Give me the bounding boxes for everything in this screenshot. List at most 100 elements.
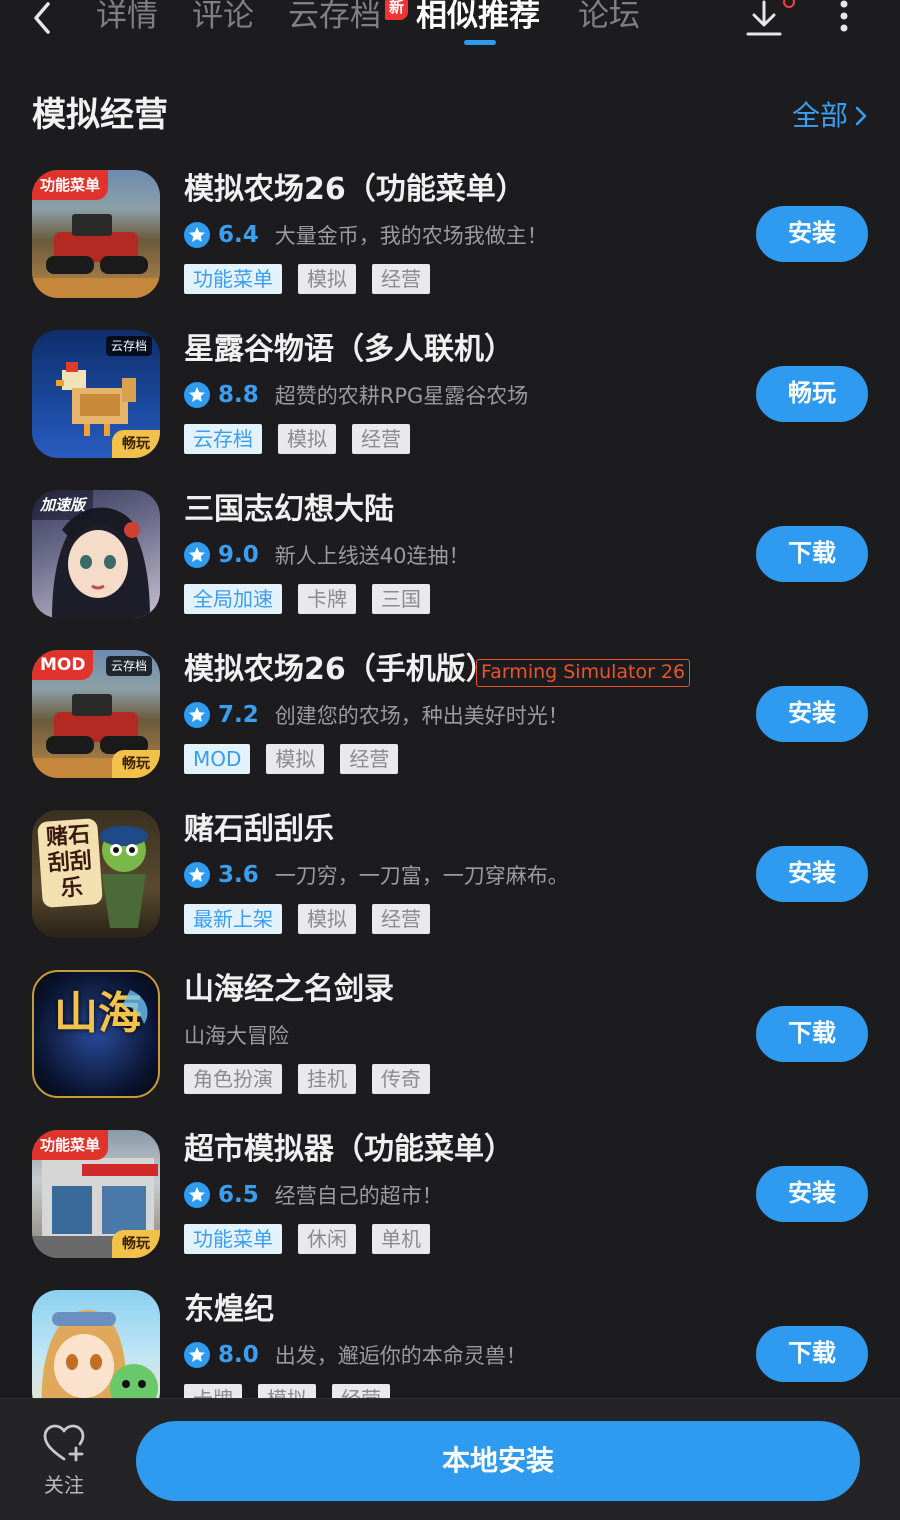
tag[interactable]: 经营 — [372, 904, 430, 934]
tag[interactable]: 云存档 — [184, 424, 262, 454]
list-item[interactable]: 山海 山海经之名剑录 山海大冒险 角色扮演 挂机 传奇 下载 — [0, 968, 900, 1128]
tag[interactable]: 最新上架 — [184, 904, 282, 934]
tag[interactable]: 卡牌 — [298, 584, 356, 614]
app-icon-shanhai-sword[interactable]: 山海 — [32, 970, 160, 1098]
tag[interactable]: 经营 — [332, 1384, 390, 1398]
list-item[interactable]: 云存档 畅玩 星露谷物语（多人联机） 8.8 超赞的农耕RPG星露谷农场 云存档… — [0, 328, 900, 488]
download-button[interactable]: 下载 — [756, 1326, 868, 1382]
app-description: 创建您的农场，种出美好时光！ — [274, 704, 569, 728]
tag-list: 最新上架 模拟 经营 — [184, 904, 430, 934]
tag[interactable]: 模拟 — [258, 1384, 316, 1398]
icon-label-cloud-save: 云存档 — [105, 336, 152, 356]
rating-row: 6.4 大量金币，我的农场我做主！ — [184, 218, 548, 252]
list-item[interactable]: 加速版 三国志幻想大陆 9.0 新人上线送40连抽！ 全局加速 卡牌 三国 下载 — [0, 488, 900, 648]
rating-row: 7.2 创建您的农场，种出美好时光！ — [184, 698, 569, 732]
app-icon-donghuang[interactable] — [32, 1290, 160, 1398]
view-all-link[interactable]: 全部 — [792, 96, 868, 136]
install-button[interactable]: 安装 — [756, 686, 868, 742]
back-arrow-icon[interactable] — [26, 0, 62, 36]
icon-label-cloud-save: 云存档 — [105, 656, 152, 676]
tag[interactable]: 经营 — [340, 744, 399, 774]
app-description: 一刀穷，一刀富，一刀穿麻布。 — [274, 864, 569, 888]
tag[interactable]: MOD — [184, 744, 251, 774]
app-score: 6.4 — [218, 222, 259, 248]
app-name[interactable]: 模拟农场26（功能菜单） — [184, 170, 526, 210]
tag[interactable]: 全局加速 — [184, 584, 282, 614]
star-badge-icon — [184, 702, 210, 728]
tag[interactable]: 传奇 — [372, 1064, 430, 1094]
tag[interactable]: 模拟 — [298, 904, 356, 934]
tag[interactable]: 模拟 — [278, 424, 336, 454]
app-description: 超赞的农耕RPG星露谷农场 — [274, 384, 529, 408]
star-badge-icon — [184, 862, 210, 888]
tag[interactable]: 经营 — [352, 424, 410, 454]
install-button[interactable]: 安装 — [756, 846, 868, 902]
app-name[interactable]: 星露谷物语（多人联机） — [184, 330, 514, 370]
download-icon[interactable] — [744, 0, 784, 40]
icon-label-accelerated: 加速版 — [32, 490, 94, 520]
app-name[interactable]: 三国志幻想大陆 — [184, 490, 394, 530]
icon-label-function-menu: 功能菜单 — [32, 1130, 109, 1160]
list-item[interactable]: 赌石刮刮乐 赌石刮刮乐 3.6 一刀穷，一刀富，一刀穿麻布。 最新上架 模拟 经… — [0, 808, 900, 968]
icon-label-play: 畅玩 — [112, 430, 160, 458]
app-icon-gem-scratch[interactable]: 赌石刮刮乐 — [32, 810, 160, 938]
tag[interactable]: 角色扮演 — [184, 1064, 282, 1094]
star-badge-icon — [184, 1342, 210, 1368]
app-name[interactable]: 东煌纪 — [184, 1290, 274, 1330]
section-title: 模拟经营 — [32, 95, 168, 135]
tab-forum[interactable]: 论坛 — [578, 0, 640, 38]
play-button[interactable]: 畅玩 — [756, 366, 868, 422]
tag[interactable]: 休闲 — [298, 1224, 356, 1254]
app-icon-three-kingdoms[interactable]: 加速版 — [32, 490, 160, 618]
tag[interactable]: 功能菜单 — [184, 264, 282, 294]
list-item[interactable]: 东煌纪 8.0 出发，邂逅你的本命灵兽！ 卡牌 模拟 经营 下载 — [0, 1288, 900, 1398]
english-title-tag: Farming Simulator 26 — [476, 659, 691, 687]
app-icon-supermarket-sim[interactable]: 功能菜单 畅玩 — [32, 1130, 160, 1258]
more-options-icon[interactable] — [834, 0, 854, 36]
tag[interactable]: 经营 — [372, 264, 430, 294]
download-button[interactable]: 下载 — [756, 526, 868, 582]
icon-label-play: 畅玩 — [112, 750, 160, 778]
list-item[interactable]: 功能菜单 畅玩 超市模拟器（功能菜单） 6.5 经营自己的超市！ 功能菜单 休闲… — [0, 1128, 900, 1288]
install-button[interactable]: 安装 — [756, 1166, 868, 1222]
app-score: 7.2 — [218, 702, 259, 728]
tag[interactable]: 单机 — [372, 1224, 430, 1254]
tab-comments[interactable]: 评论 — [192, 0, 254, 38]
app-name[interactable]: 山海经之名剑录 — [184, 970, 394, 1010]
list-item[interactable]: 功能菜单 模拟农场26（功能菜单） 6.4 大量金币，我的农场我做主！ 功能菜单… — [0, 168, 900, 328]
tab-cloud-save[interactable]: 云存档 — [288, 0, 381, 38]
tag[interactable]: 模拟 — [298, 264, 356, 294]
rating-row: 9.0 新人上线送40连抽！ — [184, 538, 469, 572]
app-icon-farming-sim-mobile[interactable]: MOD 云存档 畅玩 — [32, 650, 160, 778]
app-icon-stardew-valley[interactable]: 云存档 畅玩 — [32, 330, 160, 458]
local-install-button[interactable]: 本地安装 — [136, 1421, 860, 1501]
view-all-label: 全部 — [791, 99, 848, 132]
install-button[interactable]: 安装 — [756, 206, 868, 262]
download-button[interactable]: 下载 — [756, 1006, 868, 1062]
heart-plus-icon — [43, 1424, 85, 1462]
tag-list: 角色扮演 挂机 传奇 — [184, 1064, 430, 1094]
follow-button[interactable]: 关注 — [30, 1423, 98, 1503]
app-description: 山海大冒险 — [184, 1024, 289, 1048]
app-name[interactable]: 模拟农场26（手机版） — [184, 650, 496, 690]
star-badge-icon — [184, 382, 210, 408]
tag[interactable]: 三国 — [372, 584, 430, 614]
app-description: 经营自己的超市！ — [274, 1184, 443, 1208]
app-score: 9.0 — [218, 542, 259, 568]
icon-label-play: 畅玩 — [112, 1230, 160, 1258]
app-description: 出发，邂逅你的本命灵兽！ — [274, 1344, 527, 1368]
star-badge-icon — [184, 542, 210, 568]
tag[interactable]: 挂机 — [298, 1064, 356, 1094]
tag-list: 卡牌 模拟 经营 — [184, 1384, 390, 1398]
tag-list: 全局加速 卡牌 三国 — [184, 584, 430, 614]
tab-details[interactable]: 详情 — [96, 0, 158, 38]
app-score: 8.0 — [218, 1342, 259, 1368]
tag[interactable]: 模拟 — [266, 744, 325, 774]
app-icon-farming-sim-menu[interactable]: 功能菜单 — [32, 170, 160, 298]
tag[interactable]: 卡牌 — [184, 1384, 242, 1398]
app-name[interactable]: 赌石刮刮乐 — [184, 810, 334, 850]
list-item[interactable]: MOD 云存档 畅玩 模拟农场26（手机版） Farming Simulator… — [0, 648, 900, 808]
app-name[interactable]: 超市模拟器（功能菜单） — [184, 1130, 514, 1170]
tab-similar-recommendations[interactable]: 相似推荐 — [416, 0, 540, 38]
tag[interactable]: 功能菜单 — [184, 1224, 282, 1254]
